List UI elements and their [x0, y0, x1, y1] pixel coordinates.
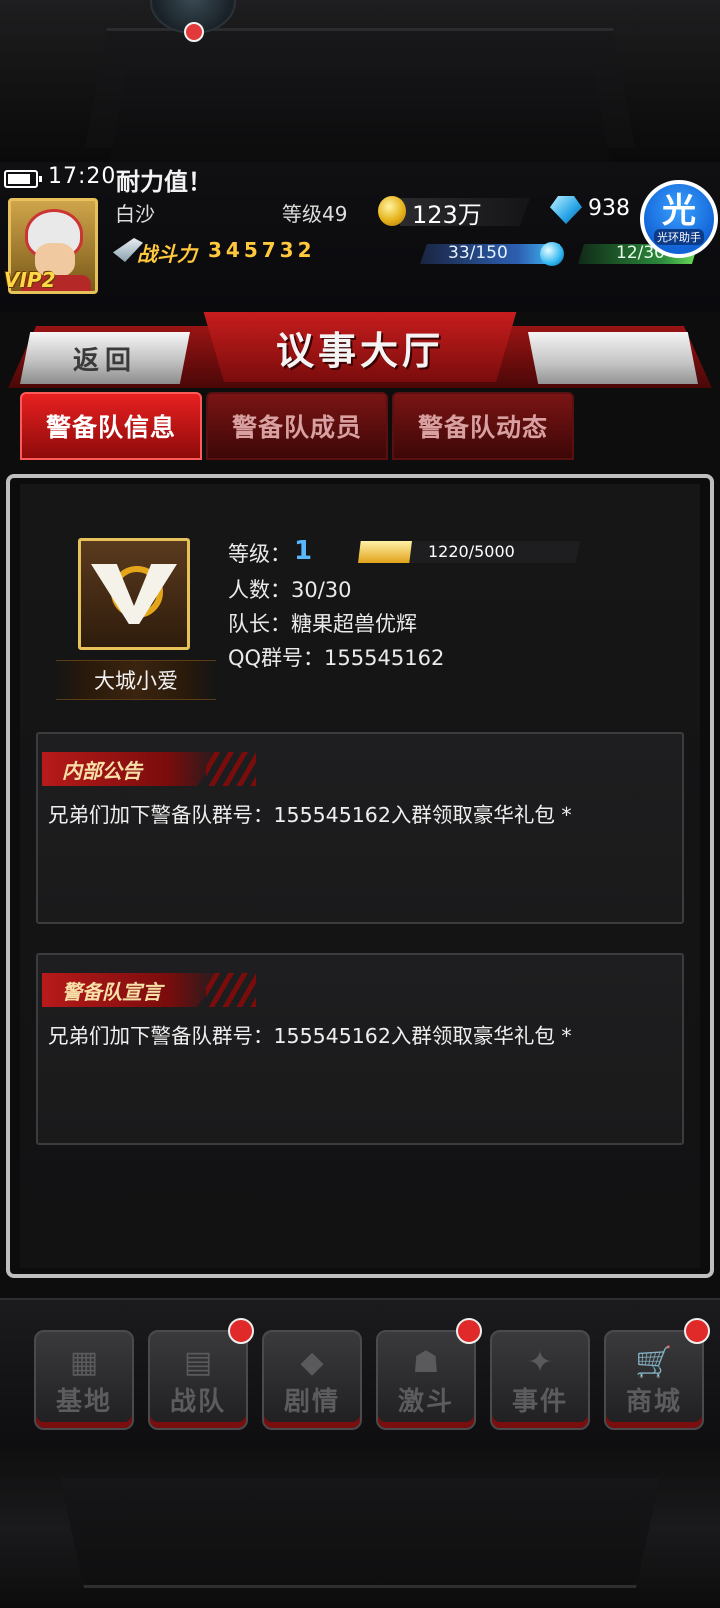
player-level: 等级49: [282, 202, 348, 226]
shop-cart-icon: 🛒: [635, 1345, 673, 1380]
exp-text: 1220/5000: [428, 542, 515, 561]
coin-value: 123万: [412, 201, 482, 229]
nav-label: 剧情: [283, 1387, 340, 1417]
declaration-title: 警备队宣言: [42, 973, 222, 1007]
internal-notice-title: 内部公告: [42, 752, 222, 786]
exp-bar-fill: [358, 541, 412, 563]
power-label: 战斗力: [137, 242, 197, 266]
nav-label: 战队: [169, 1387, 226, 1417]
declaration-text: 兄弟们加下警备队群号：155545162入群领取豪华礼包 *: [48, 1024, 572, 1048]
nav-label: 激斗: [397, 1387, 454, 1417]
title-plate: 议事大厅: [203, 312, 517, 382]
tab-bar: 警备队信息 警备队成员 警备队动态: [0, 392, 720, 462]
top-frame: [0, 0, 720, 162]
clock: 17:20: [48, 164, 117, 189]
team-level-value: 1: [294, 536, 313, 566]
nav-event-button[interactable]: ✦ 事件: [490, 1330, 590, 1430]
nav-label: 商城: [625, 1387, 682, 1417]
internal-notice-text: 兄弟们加下警备队群号：155545162入群领取豪华礼包 *: [48, 803, 572, 827]
player-hud: 17:20 耐力值！ VIP2 白沙 等级49 123万 938 战斗力 345…: [0, 162, 720, 312]
notification-dot: [684, 1318, 710, 1344]
gem-value: 938: [588, 196, 630, 221]
notification-dot: [228, 1318, 254, 1344]
assistant-glyph: 光: [662, 191, 696, 231]
vip-badge: VIP2: [4, 268, 56, 292]
title-bar: 返回 议事大厅: [0, 312, 720, 392]
notice-stripes: [206, 973, 256, 1007]
bottom-frame: [0, 1448, 720, 1608]
gem-icon: [550, 196, 582, 224]
internal-notice-box: 内部公告 兄弟们加下警备队群号：155545162入群领取豪华礼包 *: [36, 732, 684, 924]
energy-value: 33/150: [448, 243, 508, 263]
nav-battle-button[interactable]: ☗ 激斗: [376, 1318, 482, 1430]
event-icon: ✦: [527, 1345, 553, 1380]
stamina-message: 耐力值！: [116, 168, 212, 196]
assistant-floating-button[interactable]: 光 光环助手: [640, 180, 718, 258]
power-value: 345732: [208, 238, 316, 262]
declaration-box: 警备队宣言 兄弟们加下警备队群号：155545162入群领取豪华礼包 *: [36, 953, 684, 1145]
team-name-plate: 大城小爱: [56, 660, 216, 700]
bottom-bevel: [60, 1478, 660, 1588]
notice-stripes: [206, 752, 256, 786]
team-icon: ▤: [183, 1345, 213, 1380]
back-button[interactable]: 返回: [20, 332, 190, 384]
bottom-nav: ▦ 基地 ▤ 战队 ◆ 剧情 ☗ 激斗 ✦ 事件 🛒 商城: [0, 1298, 720, 1448]
base-icon: ▦: [69, 1345, 99, 1380]
nav-base-button[interactable]: ▦ 基地: [34, 1330, 134, 1430]
tab-team-info[interactable]: 警备队信息: [20, 392, 202, 460]
player-name: 白沙: [115, 202, 155, 226]
nav-label: 事件: [511, 1387, 568, 1417]
nav-team-button[interactable]: ▤ 战队: [148, 1318, 254, 1430]
nav-shop-button[interactable]: 🛒 商城: [604, 1318, 710, 1430]
tab-team-members[interactable]: 警备队成员: [206, 392, 388, 460]
assistant-label: 光环助手: [654, 229, 704, 245]
battery-icon: [4, 170, 42, 188]
top-bevel-inner: [110, 70, 610, 162]
tab-team-activity[interactable]: 警备队动态: [392, 392, 574, 460]
notification-dot: [456, 1318, 482, 1344]
notification-dot: [184, 22, 204, 42]
gold-coin-icon: [378, 196, 406, 226]
team-captain: 队长：糖果超兽优辉: [228, 612, 417, 636]
page-title: 议事大厅: [275, 328, 444, 373]
energy-orb-icon[interactable]: [540, 242, 564, 266]
team-members: 人数：30/30: [228, 578, 352, 602]
right-plate: [528, 332, 698, 384]
story-icon: ◆: [300, 1345, 324, 1380]
nav-story-button[interactable]: ◆ 剧情: [262, 1330, 362, 1430]
team-qq: QQ群号：155545162: [228, 646, 445, 670]
team-emblem-icon: [78, 538, 190, 650]
battle-icon: ☗: [412, 1345, 440, 1380]
team-level-label: 等级：: [228, 542, 291, 566]
team-name: 大城小爱: [94, 669, 178, 693]
nav-label: 基地: [55, 1387, 112, 1417]
